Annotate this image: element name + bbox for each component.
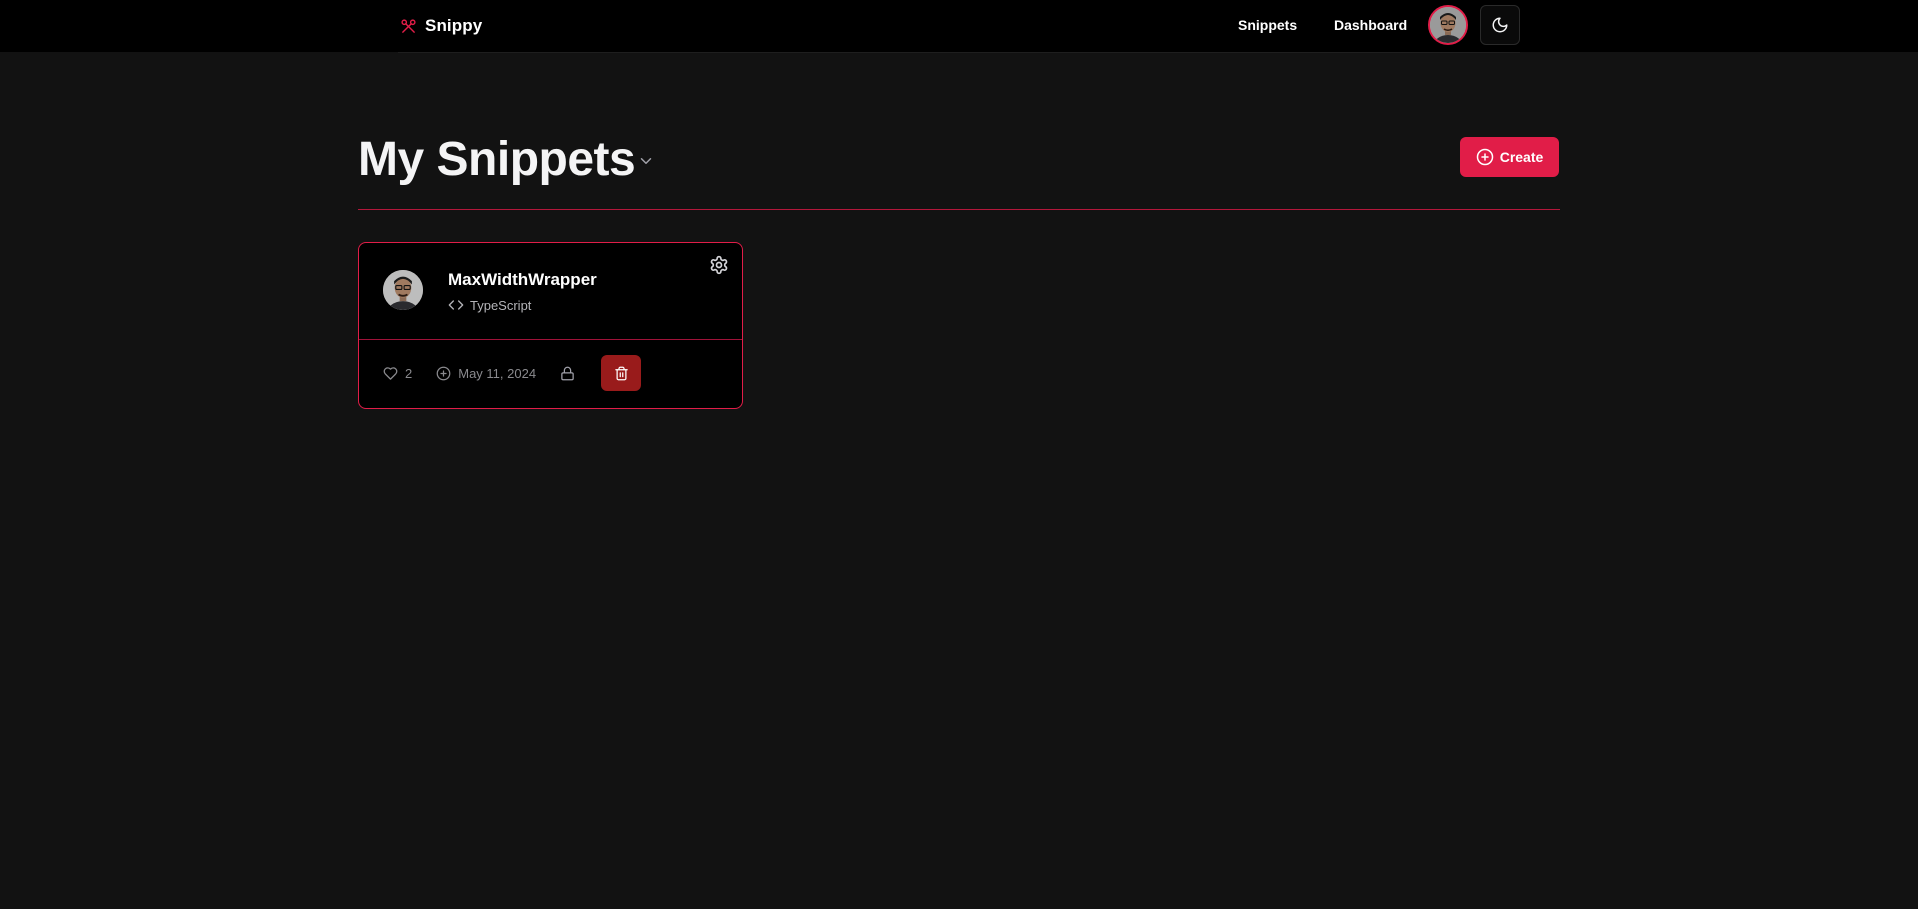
plus-circle-icon xyxy=(1476,148,1493,166)
snippet-language: TypeScript xyxy=(448,297,531,313)
snippet-card-footer: 2 May 11, 2024 xyxy=(383,355,642,391)
snippet-title[interactable]: MaxWidthWrapper xyxy=(448,270,597,290)
like-button[interactable]: 2 xyxy=(383,366,412,381)
lock-icon xyxy=(561,366,574,380)
privacy-indicator xyxy=(560,366,575,381)
brand-logo-link[interactable]: Snippy xyxy=(400,13,482,39)
scissors-icon xyxy=(401,18,416,33)
delete-snippet-button[interactable] xyxy=(601,355,642,391)
chevron-down-icon xyxy=(640,158,652,164)
user-avatar-button[interactable] xyxy=(1428,5,1468,45)
page-title-dropdown[interactable]: My Snippets xyxy=(358,128,655,192)
nav-link-dashboard[interactable]: Dashboard xyxy=(1334,14,1407,36)
theme-toggle-button[interactable] xyxy=(1480,5,1520,45)
header-divider xyxy=(358,209,1560,210)
created-date-label: May 11, 2024 xyxy=(458,365,537,381)
heart-icon xyxy=(383,366,398,380)
avatar-image xyxy=(383,270,423,310)
brand-name: Snippy xyxy=(425,16,483,35)
plus-circle-icon xyxy=(436,366,451,380)
created-date: May 11, 2024 xyxy=(436,366,536,381)
author-avatar xyxy=(383,270,423,310)
gear-icon[interactable] xyxy=(709,255,729,275)
snippet-language-label: TypeScript xyxy=(470,297,532,313)
top-navbar: Snippy Snippets Dashboard xyxy=(0,0,1918,52)
snippet-card-header: MaxWidthWrapper TypeScript xyxy=(359,243,742,340)
trash-icon xyxy=(614,366,628,380)
snippet-card[interactable]: MaxWidthWrapper TypeScript 2 May 11, 202… xyxy=(358,242,743,409)
avatar-image xyxy=(1430,7,1466,43)
like-count: 2 xyxy=(405,365,413,381)
nav-link-snippets[interactable]: Snippets xyxy=(1238,14,1297,36)
moon-icon xyxy=(1492,17,1508,33)
create-snippet-button[interactable]: Create xyxy=(1460,137,1559,177)
code-icon xyxy=(448,300,464,310)
page-title: My Snippets xyxy=(358,133,636,186)
navbar-divider xyxy=(398,52,1520,53)
create-button-label: Create xyxy=(1499,149,1544,165)
